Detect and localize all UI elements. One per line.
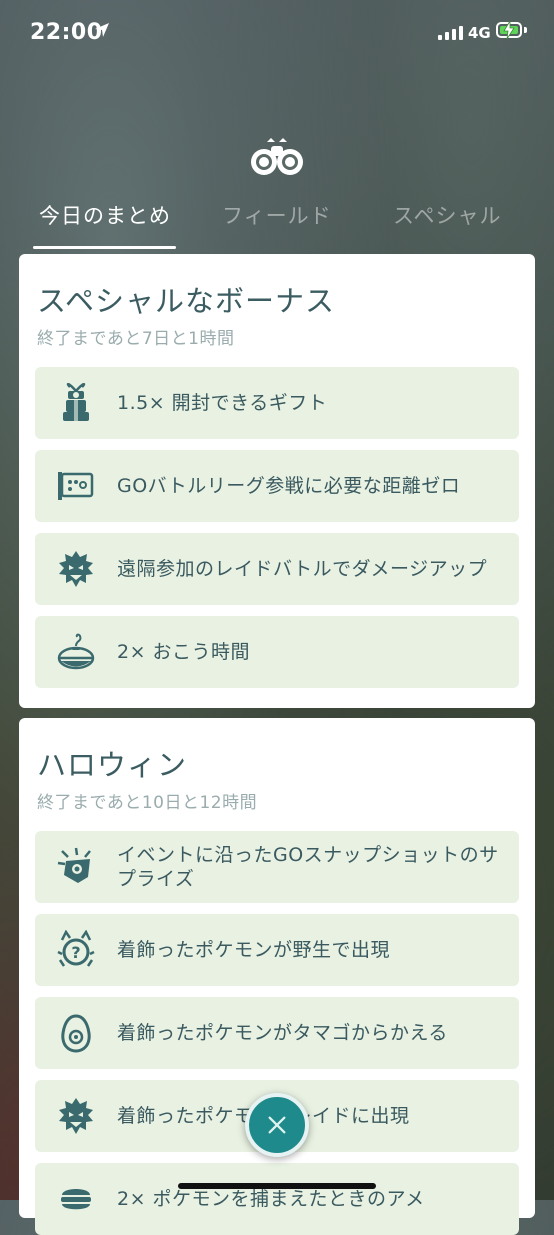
bonus-item: 遠隔参加のレイドバトルでダメージアップ bbox=[35, 533, 519, 605]
charging-bolt-icon bbox=[503, 21, 515, 39]
event-item-text: 着飾ったポケモンがタマゴからかえる bbox=[117, 1022, 448, 1044]
bonus-item-text: GOバトルリーグ参戦に必要な距離ゼロ bbox=[117, 475, 461, 497]
special-bonus-card: スペシャルなボーナス 終了まであと7日と1時間 1.5× 開封できるギフト GO… bbox=[19, 254, 535, 708]
raid-boss-icon bbox=[55, 1095, 97, 1137]
event-item-text: イベントに沿ったGOスナップショットのサプライズ bbox=[117, 844, 499, 890]
clock: 22:00 bbox=[30, 20, 103, 45]
tab-special[interactable]: スペシャル bbox=[393, 200, 502, 230]
tab-bar: 今日のまとめ フィールド スペシャル bbox=[0, 196, 554, 250]
tab-field[interactable]: フィールド bbox=[222, 200, 332, 230]
battery-tip bbox=[524, 27, 527, 33]
bonus-item: 1.5× 開封できるギフト bbox=[35, 367, 519, 439]
bonus-item-text: 遠隔参加のレイドバトルでダメージアップ bbox=[117, 558, 488, 580]
battle-league-icon bbox=[55, 465, 97, 507]
bonus-item: 2× おこう時間 bbox=[35, 616, 519, 688]
status-bar: 22:00 4G bbox=[0, 0, 554, 66]
incense-icon bbox=[55, 631, 97, 673]
bonus-item: GOバトルリーグ参戦に必要な距離ゼロ bbox=[35, 450, 519, 522]
bonus-item-text: 1.5× 開封できるギフト bbox=[117, 392, 328, 414]
tab-today-summary[interactable]: 今日のまとめ bbox=[39, 200, 171, 230]
card-subtitle: 終了まであと10日と12時間 bbox=[37, 793, 258, 813]
egg-icon bbox=[55, 1012, 97, 1054]
gift-box-icon bbox=[55, 382, 97, 424]
bonus-item-text: 2× おこう時間 bbox=[117, 641, 251, 663]
svg-text:?: ? bbox=[71, 943, 80, 962]
active-tab-indicator bbox=[33, 246, 176, 249]
event-item: 2× ポケモンを捕まえたときのアメ bbox=[35, 1163, 519, 1235]
raid-boss-icon bbox=[55, 548, 97, 590]
location-arrow-icon bbox=[95, 23, 109, 37]
card-title: スペシャルなボーナス bbox=[37, 284, 335, 318]
snapshot-camera-icon bbox=[55, 846, 97, 888]
cellular-signal-icon bbox=[438, 26, 463, 40]
candy-icon bbox=[55, 1178, 97, 1220]
event-item-text: 着飾ったポケモンが野生で出現 bbox=[117, 939, 391, 961]
event-item-text: 2× ポケモンを捕まえたときのアメ bbox=[117, 1188, 425, 1210]
card-subtitle: 終了まであと7日と1時間 bbox=[37, 329, 235, 349]
event-item: ? 着飾ったポケモンが野生で出現 bbox=[35, 914, 519, 986]
card-title: ハロウィン bbox=[37, 748, 188, 782]
event-item: 着飾ったポケモンがタマゴからかえる bbox=[35, 997, 519, 1069]
wild-pokemon-icon: ? bbox=[55, 929, 97, 971]
network-type: 4G bbox=[468, 24, 491, 42]
close-icon bbox=[268, 1116, 286, 1134]
binoculars-icon[interactable] bbox=[249, 136, 305, 180]
close-button[interactable] bbox=[245, 1093, 309, 1157]
event-item: イベントに沿ったGOスナップショットのサプライズ bbox=[35, 831, 519, 903]
home-indicator[interactable] bbox=[178, 1183, 376, 1189]
